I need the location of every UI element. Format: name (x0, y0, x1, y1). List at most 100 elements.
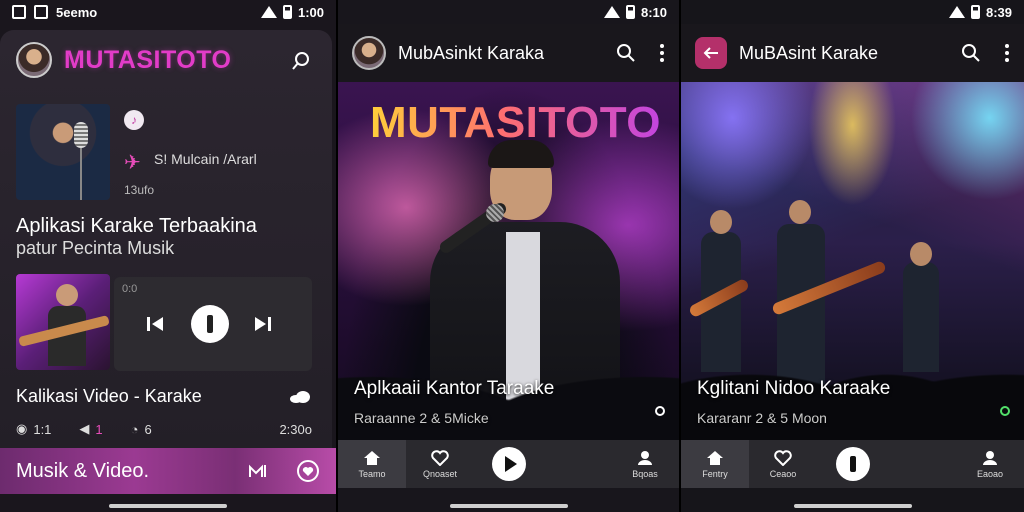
thumbs-up-icon: ◀ (79, 421, 90, 436)
song-meta: 13ufo (124, 183, 155, 197)
comments-stat[interactable]: ◔ 6 (131, 422, 152, 437)
comments-count: 6 (144, 421, 152, 437)
video-title: Kalikasi Video - Karake (16, 386, 202, 406)
more-vert-icon[interactable] (1004, 43, 1010, 63)
band-member-head-graphic (789, 200, 811, 224)
hero-banner[interactable]: MUTASITOTO Aplkaaii Kantor Taraake Raraa… (338, 82, 679, 440)
home-indicator[interactable] (793, 504, 912, 508)
cloud-icon[interactable] (288, 390, 312, 404)
pause-button[interactable] (835, 447, 870, 481)
app-bar: MubAsinkt Karaka (338, 24, 679, 82)
bottom-nav: Fentry Ceaoo Eaoao (681, 440, 1024, 488)
nav-profile-label: Eaoao (976, 468, 1004, 479)
nav-profile[interactable]: Eaoao (956, 440, 1024, 488)
search-icon[interactable] (960, 42, 982, 64)
battery-icon (970, 5, 980, 19)
heart-icon (774, 449, 792, 466)
hero-subcaption: Kararanr 2 & 5 Moon (697, 410, 827, 426)
singer-hair-graphic (488, 140, 554, 168)
wifi-icon (603, 6, 620, 18)
notification-icon (12, 5, 26, 19)
status-time: 8:10 (640, 4, 667, 20)
more-vert-icon[interactable] (659, 43, 665, 63)
bottom-bar-label: Musik & Video. (16, 459, 150, 482)
avatar[interactable] (352, 36, 386, 70)
music-badge-icon: ♪ (124, 110, 144, 130)
nav-home-label: Teamo (358, 468, 386, 479)
avatar[interactable] (16, 42, 52, 78)
back-button[interactable] (695, 37, 727, 69)
player-time: 0:0 (122, 283, 138, 295)
phone-screen-singer: 8:10 MubAsinkt Karaka MUTASITOTO Aplkaai… (338, 0, 679, 512)
hero-caption: Kglitani Nidoo Karaake (697, 378, 891, 399)
heart-icon (431, 449, 449, 466)
search-icon[interactable] (290, 50, 312, 72)
heart-icon[interactable] (296, 459, 320, 483)
nav-favorites[interactable]: Ceaoo (749, 440, 817, 488)
home-indicator[interactable] (109, 504, 227, 508)
mic-stand-graphic (80, 148, 82, 200)
concert-banner[interactable]: Kglitani Nidoo Karaake Kararanr 2 & 5 Mo… (681, 82, 1024, 440)
status-time: 8:39 (985, 4, 1012, 20)
song-cover-image[interactable] (16, 104, 110, 200)
nav-favorites[interactable]: Qnoaset (406, 440, 474, 488)
nav-home[interactable]: Fentry (681, 440, 749, 488)
status-carrier: 5eemo (56, 4, 98, 20)
app-brand: MUTASITOTO (64, 46, 232, 74)
nav-favorites-label: Qnoaset (422, 468, 458, 479)
home-indicator[interactable] (449, 504, 568, 508)
app-title: MuBAsint Karake (739, 42, 879, 63)
status-bar: 5eemo 1:00 (0, 0, 336, 24)
status-bar: 8:39 (681, 0, 1024, 24)
mini-player: 0:0 (114, 277, 312, 371)
app-bar: MuBAsint Karake (681, 24, 1024, 82)
views-count: 1:1 (33, 421, 52, 437)
performer-head-graphic (56, 284, 78, 306)
wifi-icon (948, 6, 965, 18)
home-icon (707, 450, 723, 465)
bottom-nav: Teamo Qnoaset Bqoas (338, 440, 679, 488)
equalizer-icon[interactable] (248, 463, 268, 479)
prev-icon[interactable] (144, 313, 166, 335)
status-time: 1:00 (297, 4, 324, 20)
music-note-icon: ✈ (124, 152, 141, 174)
notification-icon (34, 5, 48, 19)
pause-button[interactable] (191, 305, 229, 343)
comment-icon: ◔ (130, 421, 139, 437)
phone-screen-home: 5eemo 1:00 MUTASITOTO ♪ ✈ S! Mulcain /Ar… (0, 0, 336, 512)
video-thumbnail[interactable] (16, 274, 110, 370)
bottom-bar[interactable]: Musik & Video. (0, 448, 336, 494)
microphone-head-graphic (486, 204, 504, 222)
nav-home[interactable]: Teamo (338, 440, 406, 488)
hero-caption: Aplkaaii Kantor Taraake (354, 378, 555, 399)
band-member-head-graphic (710, 210, 732, 234)
hero-subcaption: Raraanne 2 & 5Micke (354, 410, 489, 426)
back-arrow-icon (703, 47, 718, 59)
app-headline: Aplikasi Karake Terbaakina (16, 215, 257, 237)
app-subheadline: patur Pecinta Musik (16, 238, 175, 258)
views-stat: ◉ 1:1 (16, 421, 51, 437)
next-icon[interactable] (252, 313, 274, 335)
battery-icon (282, 5, 292, 19)
band-member-head-graphic (910, 242, 932, 266)
search-icon[interactable] (615, 42, 637, 64)
video-stats: ◉ 1:1 ◀ 1 ◔ 6 2:30o (16, 421, 312, 437)
indicator-dot-icon (655, 406, 665, 416)
status-bar: 8:10 (338, 0, 679, 24)
play-button[interactable] (491, 447, 526, 481)
indicator-dot-icon (1000, 406, 1010, 416)
profile-icon (638, 450, 652, 465)
nav-home-label: Fentry (702, 468, 728, 479)
microphone-graphic (74, 122, 88, 148)
likes-count: 1 (95, 421, 103, 437)
song-artist: S! Mulcain /Ararl (154, 151, 257, 167)
nav-profile[interactable]: Bqoas (611, 440, 679, 488)
app-title: MubAsinkt Karaka (398, 42, 545, 63)
duration-stat: 2:30o (279, 421, 312, 437)
nav-favorites-label: Ceaoo (769, 468, 797, 479)
phone-screen-concert: 8:39 MuBAsint Karake Kglitani Nidoo Kara… (681, 0, 1024, 512)
profile-icon (983, 450, 997, 465)
home-icon (364, 450, 380, 465)
nav-profile-label: Bqoas (632, 468, 658, 479)
likes-stat[interactable]: ◀ 1 (79, 421, 102, 437)
